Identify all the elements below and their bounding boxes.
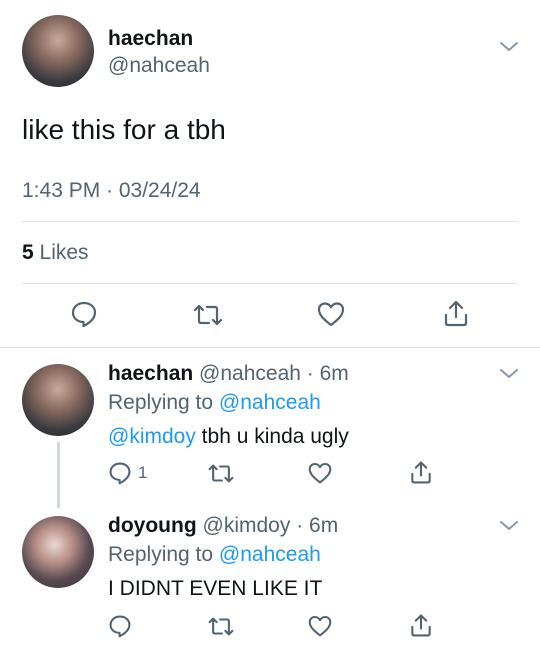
author-name[interactable]: doyoung <box>108 514 197 537</box>
likes-stat[interactable]: 5 Likes <box>22 241 89 265</box>
retweet-arrows-icon <box>208 464 234 483</box>
replying-to-link[interactable]: @nahceah <box>219 391 321 414</box>
tweet-timestamp[interactable]: 1:43 PM · 03/24/24 <box>22 179 201 203</box>
avatar[interactable] <box>22 15 94 87</box>
retweet-button[interactable] <box>192 302 224 328</box>
like-button[interactable] <box>307 461 333 485</box>
share-button[interactable] <box>408 459 434 485</box>
share-upload-icon <box>411 461 431 484</box>
likes-label: Likes <box>39 241 89 264</box>
share-button[interactable] <box>441 298 471 328</box>
replying-to-label: Replying to <box>108 543 214 566</box>
chevron-down-icon[interactable] <box>498 519 520 533</box>
reply-text: @kimdoy tbh u kinda ugly <box>108 425 349 449</box>
retweet-button[interactable] <box>207 462 235 485</box>
reply-header: haechan @nahceah · 6m <box>108 362 349 386</box>
likes-count: 5 <box>22 241 34 264</box>
chevron-down-icon[interactable] <box>498 40 520 54</box>
divider <box>0 347 540 348</box>
chevron-down-icon[interactable] <box>498 367 520 381</box>
speech-bubble-icon <box>109 615 131 638</box>
reply-button[interactable] <box>108 614 132 638</box>
share-upload-icon <box>411 614 431 637</box>
reply-age[interactable]: · 6m <box>296 514 338 537</box>
heart-icon <box>308 615 332 637</box>
reply-body: I DIDNT EVEN LIKE IT <box>108 577 323 600</box>
mention-link[interactable]: @kimdoy <box>108 425 196 448</box>
speech-bubble-icon <box>109 462 131 485</box>
retweet-button[interactable] <box>207 615 235 638</box>
replying-to: Replying to @nahceah <box>108 391 321 415</box>
divider <box>22 221 518 222</box>
avatar[interactable] <box>22 516 94 588</box>
author-handle[interactable]: @kimdoy <box>203 514 291 537</box>
author-handle[interactable]: @nahceah <box>199 362 301 385</box>
replying-to-link[interactable]: @nahceah <box>219 543 321 566</box>
heart-icon <box>317 302 345 327</box>
like-button[interactable] <box>307 614 333 638</box>
author-handle[interactable]: @nahceah <box>108 54 210 78</box>
reply-button[interactable]: 1 <box>108 461 147 485</box>
reply-count: 1 <box>138 463 148 482</box>
like-button[interactable] <box>316 300 346 328</box>
speech-bubble-icon <box>71 301 97 328</box>
author-name[interactable]: haechan <box>108 362 193 385</box>
avatar[interactable] <box>22 364 94 436</box>
share-upload-icon <box>444 300 468 327</box>
thread-line <box>57 442 60 508</box>
reply-age[interactable]: · 6m <box>307 362 349 385</box>
tweet-text: like this for a tbh <box>22 114 226 145</box>
heart-icon <box>308 462 332 484</box>
reply-button[interactable] <box>70 300 98 328</box>
replying-to-label: Replying to <box>108 391 214 414</box>
reply-body: tbh u kinda ugly <box>195 425 349 448</box>
divider <box>22 283 518 284</box>
share-button[interactable] <box>408 612 434 638</box>
replying-to: Replying to @nahceah <box>108 543 321 567</box>
reply-header: doyoung @kimdoy · 6m <box>108 514 338 538</box>
retweet-arrows-icon <box>193 304 223 326</box>
author-name[interactable]: haechan <box>108 27 193 51</box>
retweet-arrows-icon <box>208 617 234 636</box>
